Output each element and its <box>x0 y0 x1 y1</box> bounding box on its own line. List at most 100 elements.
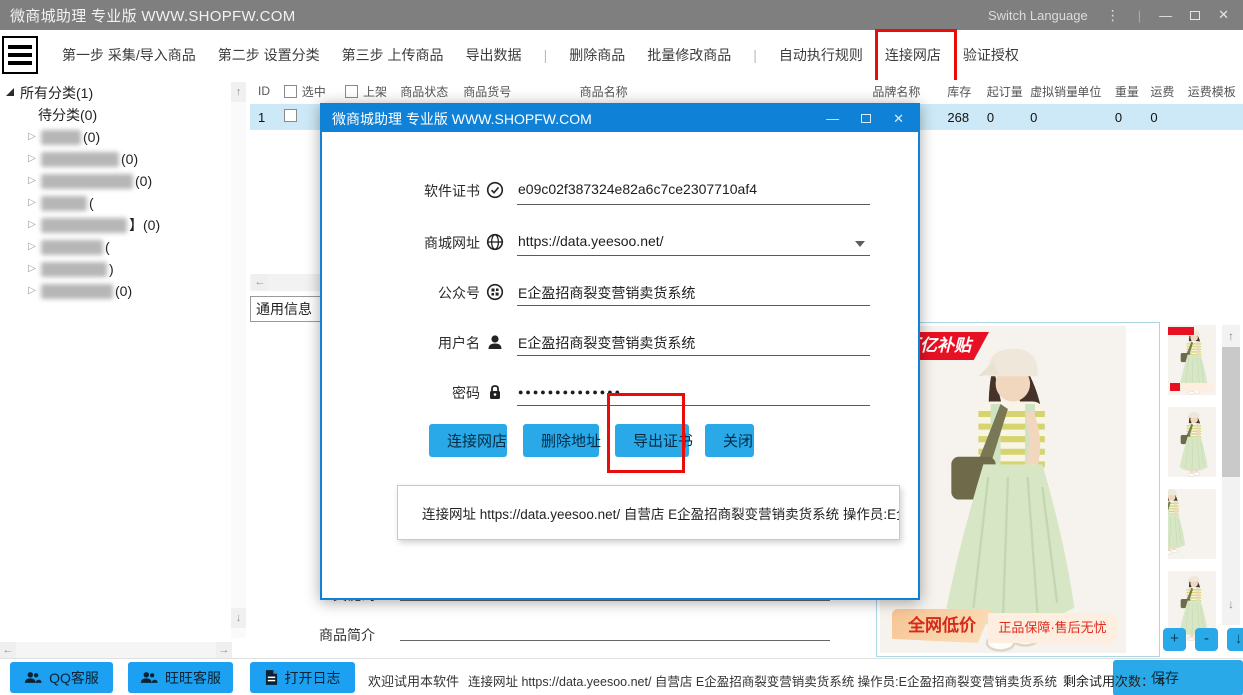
scroll-down-icon[interactable]: ↓ <box>231 608 246 628</box>
column-header[interactable]: ID <box>250 84 276 98</box>
column-header[interactable]: 起订量 <box>987 83 1030 100</box>
scroll-right-icon[interactable]: → <box>216 642 232 658</box>
dropdown-caret-icon[interactable] <box>855 241 865 247</box>
move-down-button[interactable]: ↓ <box>1227 628 1243 651</box>
table-header-row: ID选中上架商品状态商品货号商品名称品牌名称库存起订量虚拟销量单位重量运费运费模… <box>250 80 1243 102</box>
scroll-up-icon[interactable]: ↑ <box>1222 325 1240 347</box>
checkbox[interactable] <box>345 85 358 98</box>
close-button[interactable]: 关闭 <box>705 424 754 457</box>
toolbar-item[interactable]: 导出数据 <box>466 45 522 65</box>
checkbox[interactable] <box>284 85 297 98</box>
qr-circle-icon <box>486 283 504 301</box>
promo-strip: 全网低价 正品保障·售后无忧 <box>892 609 1117 643</box>
toolbar-item[interactable]: 自动执行规则 <box>779 45 863 65</box>
tree-root[interactable]: 所有分类(1) <box>0 82 248 104</box>
tree-item[interactable]: ▷(0) <box>0 148 248 170</box>
column-header[interactable]: 上架 <box>337 83 400 100</box>
redacted-category-name <box>41 218 127 233</box>
tab-general-info[interactable]: 通用信息 <box>250 296 326 322</box>
column-header[interactable]: 品牌名称 <box>872 83 947 100</box>
maximize-icon[interactable] <box>1190 11 1200 20</box>
product-thumbnail[interactable] <box>1168 407 1216 477</box>
toolbar-item[interactable]: 删除商品 <box>569 45 625 65</box>
more-options-icon[interactable]: ⋮ <box>1106 7 1120 24</box>
scroll-up-icon[interactable]: ↑ <box>231 82 246 102</box>
tree-item[interactable]: ▷(0) <box>0 170 248 192</box>
remove-image-button[interactable]: - <box>1195 628 1218 651</box>
collapsed-triangle-icon[interactable]: ▷ <box>26 236 38 258</box>
column-header[interactable]: 运费模板 <box>1188 83 1243 100</box>
product-thumbnail[interactable] <box>1168 325 1216 395</box>
hamburger-menu-icon[interactable] <box>2 36 38 74</box>
collapsed-triangle-icon[interactable]: ▷ <box>26 148 38 170</box>
export-cert-button[interactable]: 导出证书 <box>615 424 689 457</box>
close-icon[interactable]: ✕ <box>1218 7 1229 23</box>
thumbnail-scrollbar[interactable]: ↑ ↓ <box>1222 325 1240 625</box>
tree-item[interactable]: ▷(0) <box>0 280 248 302</box>
column-header[interactable]: 商品状态 <box>400 83 463 100</box>
toolbar-item[interactable]: 批量修改商品 <box>647 45 731 65</box>
official-account-label: 公众号 <box>322 283 480 303</box>
connect-store-button[interactable]: 连接网店 <box>429 424 507 457</box>
collapsed-triangle-icon[interactable]: ▷ <box>26 126 38 148</box>
toolbar-item[interactable]: 验证授权 <box>963 45 1019 65</box>
tree-item[interactable]: ▷(0) <box>0 126 248 148</box>
row-checkbox[interactable] <box>284 109 297 122</box>
column-header[interactable]: 重量 <box>1115 83 1150 100</box>
collapsed-triangle-icon[interactable]: ▷ <box>26 214 38 236</box>
certificate-value[interactable]: e09c02f387324e82a6c7ce2307710af4 <box>518 181 870 197</box>
globe-icon <box>486 233 504 251</box>
tree-item[interactable]: 待分类(0) <box>0 104 248 126</box>
dialog-minimize-icon[interactable]: — <box>826 111 839 126</box>
wangwang-support-button[interactable]: 旺旺客服 <box>128 662 233 693</box>
thumbnail-list <box>1168 325 1218 653</box>
dialog-maximize-icon[interactable] <box>861 114 871 123</box>
connect-store-dialog: 微商城助理 专业版 WWW.SHOPFW.COM — ✕ 软件证书 e09c02… <box>320 103 920 600</box>
qq-support-button[interactable]: QQ客服 <box>10 662 113 693</box>
tree-item[interactable]: ▷】(0) <box>0 214 248 236</box>
tree-item[interactable]: ▷) <box>0 258 248 280</box>
scroll-down-icon[interactable]: ↓ <box>1222 593 1240 615</box>
collapsed-triangle-icon[interactable]: ▷ <box>26 170 38 192</box>
toolbar-item[interactable]: 第一步 采集/导入商品 <box>62 45 196 65</box>
dialog-close-icon[interactable]: ✕ <box>893 111 904 127</box>
collapsed-triangle-icon[interactable]: ▷ <box>26 192 38 214</box>
tree-item[interactable]: ▷( <box>0 236 248 258</box>
product-thumbnail[interactable] <box>1168 489 1216 559</box>
toolbar-item[interactable]: 第三步 上传商品 <box>342 45 444 65</box>
toolbar-item[interactable]: 第二步 设置分类 <box>218 45 320 65</box>
collapsed-triangle-icon[interactable]: ▷ <box>26 280 38 302</box>
guarantee-badge: 正品保障·售后无忧 <box>988 613 1117 643</box>
store-url-value[interactable]: https://data.yeesoo.net/ <box>518 233 870 249</box>
column-header[interactable]: 单位 <box>1077 83 1114 100</box>
welcome-text: 欢迎试用本软件 <box>368 671 459 690</box>
column-header[interactable]: 选中 <box>276 83 337 100</box>
column-header[interactable]: 商品名称 <box>580 83 873 100</box>
tree-vertical-scrollbar[interactable]: ↑ ↓ <box>231 82 246 638</box>
toolbar-divider: | <box>753 47 757 63</box>
scroll-left-icon[interactable]: ← <box>0 642 16 658</box>
column-header[interactable]: 库存 <box>947 83 986 100</box>
scroll-left-icon[interactable]: ← <box>252 274 268 290</box>
expanded-triangle-icon[interactable] <box>6 88 14 96</box>
username-value[interactable]: E企盈招商裂变营销卖货系统 <box>518 333 870 353</box>
column-header[interactable]: 运费 <box>1150 83 1187 100</box>
toolbar-item[interactable]: 连接网店 <box>885 45 941 65</box>
switch-language-button[interactable]: Switch Language <box>988 8 1088 23</box>
open-log-button[interactable]: 打开日志 <box>250 662 355 693</box>
keyword-input-underline[interactable] <box>400 600 830 601</box>
collapsed-triangle-icon[interactable]: ▷ <box>26 258 38 280</box>
scrollbar-thumb[interactable] <box>1222 347 1240 477</box>
column-header[interactable]: 商品货号 <box>463 83 579 100</box>
delete-address-button[interactable]: 删除地址 <box>523 424 599 457</box>
add-image-button[interactable]: + <box>1163 628 1186 651</box>
dialog-titlebar: 微商城助理 专业版 WWW.SHOPFW.COM — ✕ <box>322 105 918 132</box>
intro-input-underline[interactable] <box>400 640 830 641</box>
minimize-icon[interactable]: — <box>1159 8 1172 23</box>
password-value[interactable]: ●●●●●●●●●●●●●● <box>518 383 870 401</box>
users-icon <box>24 671 42 684</box>
tree-item[interactable]: ▷( <box>0 192 248 214</box>
official-account-value[interactable]: E企盈招商裂变营销卖货系统 <box>518 283 870 303</box>
tree-horizontal-scrollbar[interactable]: ← → <box>0 642 232 658</box>
column-header[interactable]: 虚拟销量 <box>1030 83 1077 100</box>
